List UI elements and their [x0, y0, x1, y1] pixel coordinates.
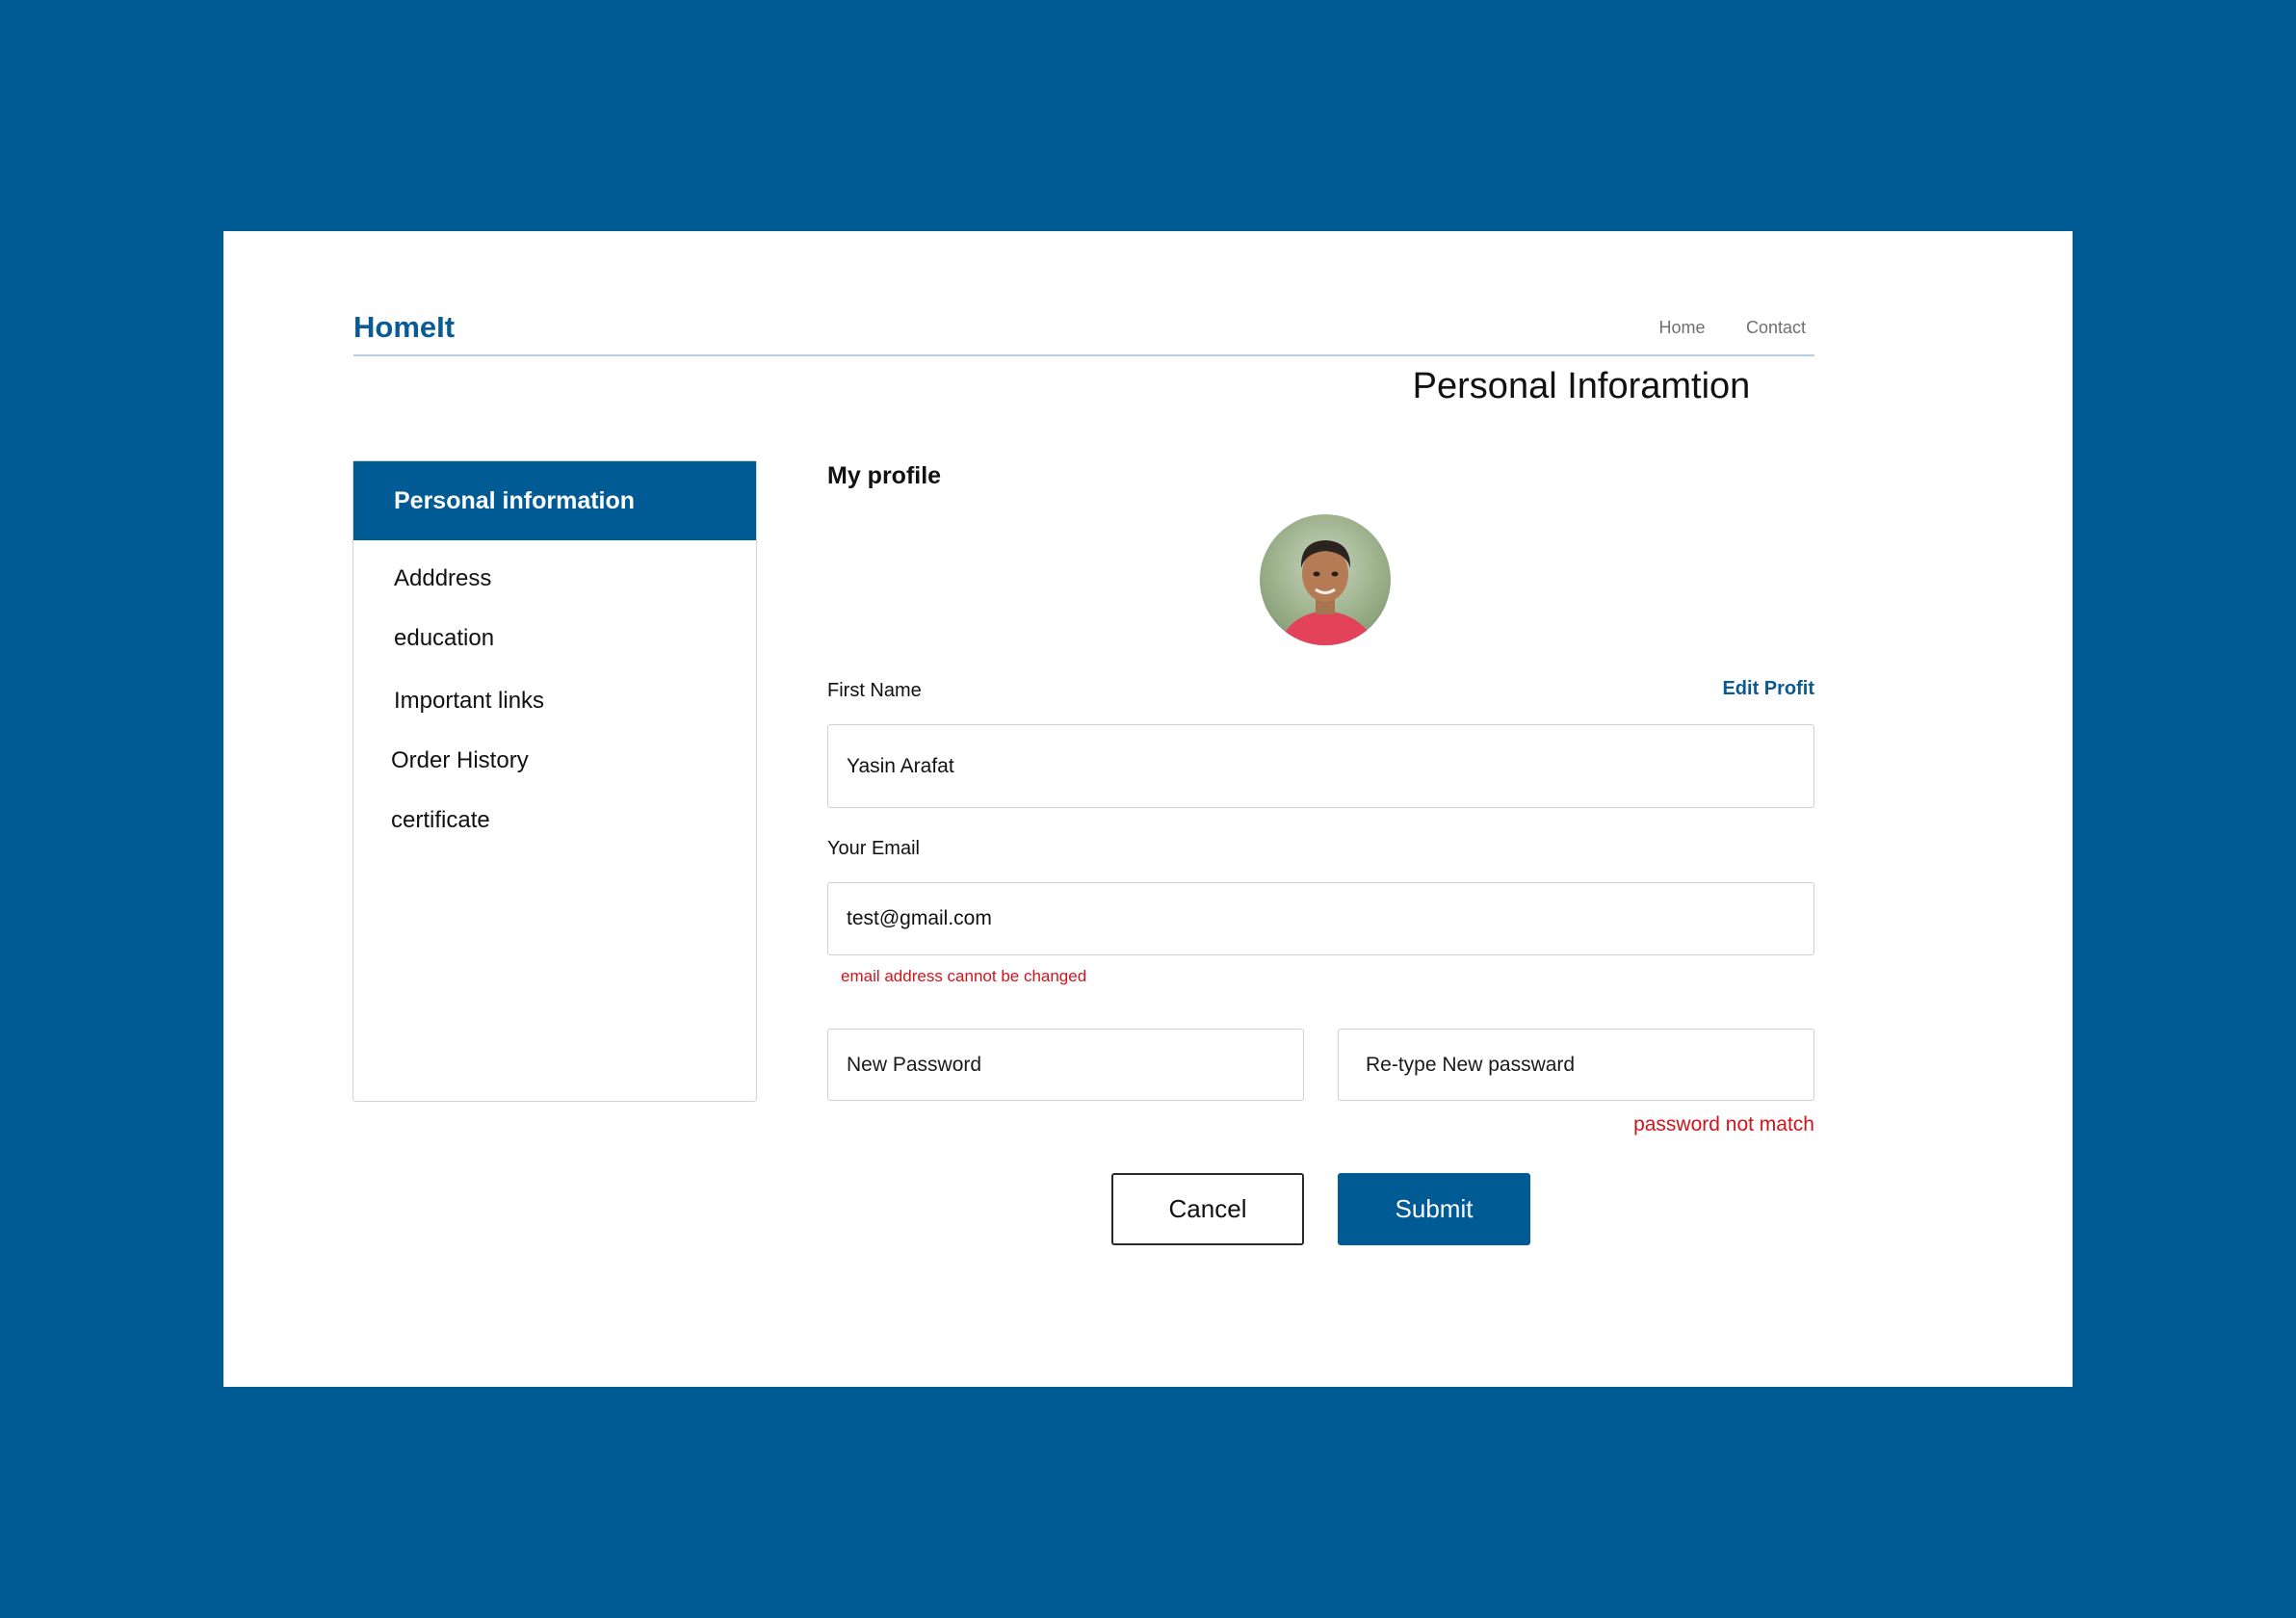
password-error-message: password not match: [1633, 1113, 1814, 1135]
sidebar-item-personal-information[interactable]: Personal information: [353, 461, 756, 540]
avatar: [1260, 514, 1391, 645]
nav-links: Home Contact: [1622, 318, 1806, 338]
top-navbar: HomeIt Home Contact: [353, 272, 1814, 356]
page-title: Personal Inforamtion: [1412, 366, 1751, 406]
sidebar: Personal information Adddress education …: [352, 460, 757, 1102]
nav-contact-link[interactable]: Contact: [1746, 318, 1806, 338]
nav-home-link[interactable]: Home: [1658, 318, 1705, 338]
cancel-button[interactable]: Cancel: [1111, 1173, 1304, 1245]
sidebar-item-education[interactable]: education: [394, 625, 494, 652]
brand-logo[interactable]: HomeIt: [353, 310, 455, 345]
sidebar-item-address[interactable]: Adddress: [394, 565, 491, 592]
retype-password-input[interactable]: Re-type New passward: [1338, 1029, 1814, 1101]
sidebar-item-order-history[interactable]: Order History: [391, 747, 529, 774]
my-profile-heading: My profile: [827, 462, 942, 489]
email-label: Your Email: [827, 838, 920, 859]
first-name-input[interactable]: Yasin Arafat: [827, 724, 1814, 808]
sidebar-item-certificate[interactable]: certificate: [391, 807, 490, 834]
profile-card: HomeIt Home Contact Personal Inforamtion…: [223, 231, 2073, 1387]
submit-button[interactable]: Submit: [1338, 1173, 1530, 1245]
avatar-photo-icon: [1260, 514, 1391, 645]
email-input[interactable]: test@gmail.com: [827, 882, 1814, 955]
email-error-message: email address cannot be changed: [841, 967, 1087, 985]
edit-profile-link[interactable]: Edit Profit: [1722, 678, 1814, 700]
first-name-label: First Name: [827, 680, 922, 701]
sidebar-item-important-links[interactable]: Important links: [394, 688, 544, 715]
new-password-input[interactable]: New Password: [827, 1029, 1304, 1101]
